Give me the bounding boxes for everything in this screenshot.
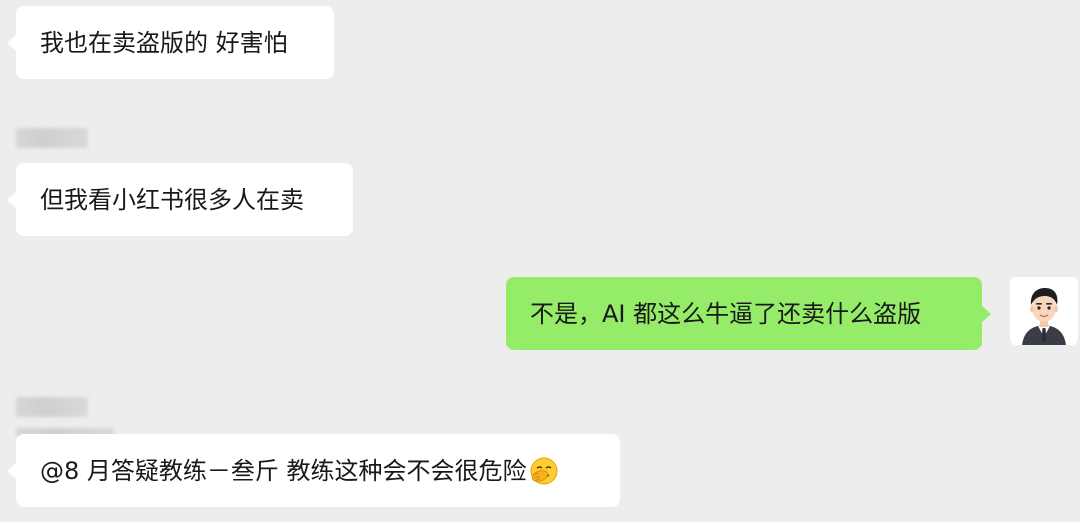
message-text: 但我看小红书很多人在卖 [40, 185, 304, 214]
message-text: 不是，AI 都这么牛逼了还卖什么盗版 [530, 299, 922, 328]
message-bubble-incoming[interactable]: 但我看小红书很多人在卖 [7, 163, 353, 236]
message-text: @8 月答疑教练－叁斤 教练这种会不会很危险 [40, 456, 527, 485]
sender-name-blurred [16, 128, 88, 148]
avatar[interactable] [1010, 277, 1078, 345]
cartoon-man-avatar-icon [1010, 277, 1078, 345]
sender-name-blurred [16, 397, 88, 417]
message-bubble-outgoing[interactable]: 不是，AI 都这么牛逼了还卖什么盗版 [506, 277, 991, 350]
face-with-hand-over-mouth-icon [529, 456, 559, 486]
message-bubble-incoming[interactable]: @8 月答疑教练－叁斤 教练这种会不会很危险 [7, 434, 620, 507]
message-text: 我也在卖盗版的 好害怕 [40, 28, 288, 57]
message-bubble-incoming[interactable]: 我也在卖盗版的 好害怕 [7, 6, 334, 79]
chat-history: 我也在卖盗版的 好害怕 但我看小红书很多人在卖 不是，AI 都这么牛逼了还卖什么… [0, 0, 1080, 522]
